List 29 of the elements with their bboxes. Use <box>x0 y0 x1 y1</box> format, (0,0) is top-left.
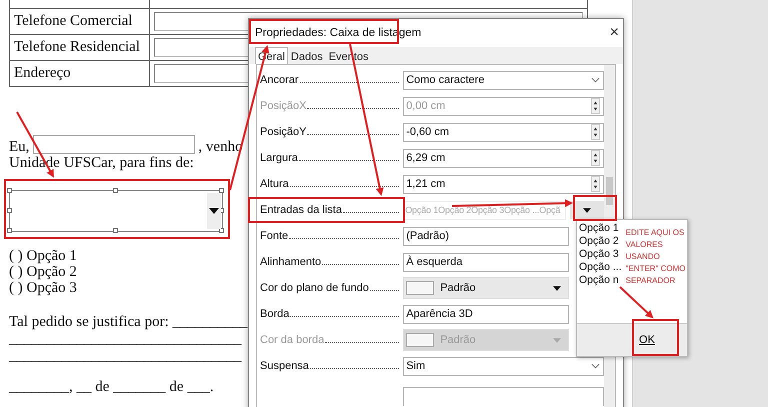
list-entry: Opção 2 <box>579 235 620 248</box>
body-text: ________, __ de _______ de ___. <box>9 379 214 395</box>
option-text: ( ) Opção 3 <box>9 280 77 296</box>
property-label: Borda <box>260 308 290 320</box>
property-label: Fonte <box>260 230 288 242</box>
property-label: Ancorar <box>260 74 299 86</box>
property-label: Entradas da lista <box>260 204 342 216</box>
list-entry: Opção 3 <box>579 248 620 261</box>
property-label: Altura <box>260 178 289 190</box>
option-text: ( ) Opção 1 <box>9 248 77 264</box>
table-cell: Endereço <box>10 61 150 86</box>
list-entry: Opção 1 <box>579 222 620 235</box>
property-label: Cor da borda <box>260 334 324 346</box>
property-label: PosiçãoY <box>260 126 306 138</box>
fill-in-line: _______________________________ <box>9 348 242 364</box>
property-label: Suspensa <box>260 360 309 372</box>
property-label: Largura <box>260 152 298 164</box>
annotation-note: EDITE AQUI OS VALORES USANDO "ENTER" COMO SEPARADOR <box>626 227 687 287</box>
property-label: PosiçãoX <box>260 100 306 112</box>
option-text: ( ) Opção 2 <box>9 264 77 280</box>
property-label: Alinhamento <box>260 256 322 268</box>
property-label: Cor do plano de fundo <box>260 282 369 294</box>
table-cell: Telefone Comercial <box>10 9 150 34</box>
body-text: Eu, <box>9 139 30 155</box>
list-entry: Opção ... <box>579 261 622 274</box>
fill-in-line: _______________________________ <box>9 331 242 347</box>
table-cell: Telefone Residencial <box>10 35 150 60</box>
list-entry: Opção n <box>579 274 620 287</box>
body-text: Tal pedido se justifica por: __________ <box>9 314 248 330</box>
